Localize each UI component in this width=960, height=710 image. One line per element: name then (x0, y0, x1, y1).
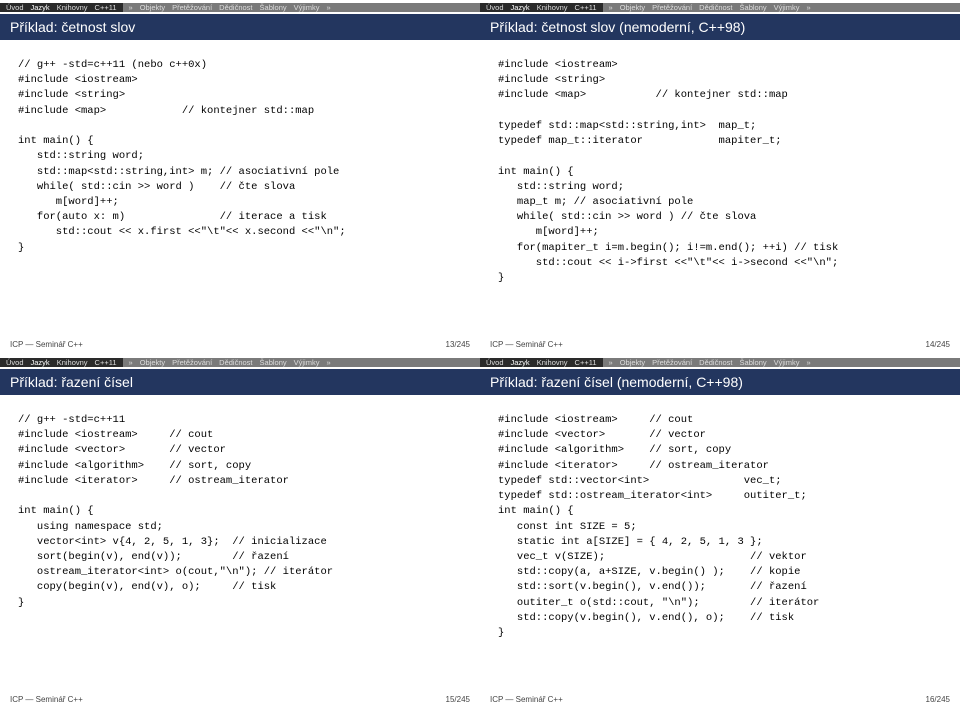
slide-footer: ICP — Seminář C++ 13/245 (0, 338, 480, 351)
nav-item[interactable]: C++11 (95, 358, 117, 367)
nav-item[interactable]: C++11 (95, 3, 117, 12)
nav-item[interactable]: Knihovny (537, 358, 568, 367)
slide-footer: ICP — Seminář C++ 14/245 (480, 338, 960, 351)
nav-arrow-icon: » (609, 3, 613, 12)
nav-item[interactable]: Objekty (620, 3, 645, 12)
nav-light-section: » Objekty Přetěžování Dědičnost Šablony … (123, 3, 480, 12)
nav-item[interactable]: Výjimky (774, 3, 800, 12)
slide-2: Úvod Jazyk Knihovny C++11 » Objekty Přet… (480, 0, 960, 355)
nav-item[interactable]: C++11 (575, 358, 597, 367)
footer-page: 15/245 (446, 695, 470, 704)
nav-bar: Úvod Jazyk Knihovny C++11 » Objekty Přet… (0, 355, 480, 369)
slide-4: Úvod Jazyk Knihovny C++11 » Objekty Přet… (480, 355, 960, 710)
nav-item-active[interactable]: Jazyk (31, 358, 50, 367)
nav-item[interactable]: Objekty (140, 3, 165, 12)
nav-item-active[interactable]: Jazyk (31, 3, 50, 12)
nav-item[interactable]: Přetěžování (652, 358, 692, 367)
slide-footer: ICP — Seminář C++ 15/245 (0, 693, 480, 706)
nav-item[interactable]: Objekty (620, 358, 645, 367)
nav-item[interactable]: Dědičnost (219, 358, 252, 367)
slide-title: Příklad: řazení čísel (nemoderní, C++98) (480, 369, 960, 395)
nav-item[interactable]: Šablony (740, 3, 767, 12)
nav-dark-section: Úvod Jazyk Knihovny C++11 (0, 358, 123, 367)
nav-item-active[interactable]: Jazyk (511, 358, 530, 367)
nav-item[interactable]: Knihovny (537, 3, 568, 12)
nav-item[interactable]: Úvod (486, 3, 504, 12)
nav-item[interactable]: Úvod (6, 3, 24, 12)
nav-bar: Úvod Jazyk Knihovny C++11 » Objekty Přet… (480, 355, 960, 369)
footer-left: ICP — Seminář C++ (490, 695, 563, 704)
nav-item[interactable]: Dědičnost (219, 3, 252, 12)
code-block: #include <iostream> // cout #include <ve… (480, 395, 960, 693)
nav-item[interactable]: Výjimky (294, 358, 320, 367)
nav-light-section: » Objekty Přetěžování Dědičnost Šablony … (603, 3, 960, 12)
code-block: #include <iostream> #include <string> #i… (480, 40, 960, 338)
code-block: // g++ -std=c++11 (nebo c++0x) #include … (0, 40, 480, 338)
nav-item[interactable]: Přetěžování (172, 3, 212, 12)
nav-item[interactable]: Přetěžování (652, 3, 692, 12)
nav-arrow-icon: » (129, 358, 133, 367)
footer-left: ICP — Seminář C++ (10, 340, 83, 349)
nav-item[interactable]: Knihovny (57, 358, 88, 367)
nav-item[interactable]: Dědičnost (699, 3, 732, 12)
nav-item[interactable]: Objekty (140, 358, 165, 367)
nav-item[interactable]: C++11 (575, 3, 597, 12)
nav-item[interactable]: Výjimky (774, 358, 800, 367)
footer-page: 14/245 (926, 340, 950, 349)
footer-page: 13/245 (446, 340, 470, 349)
nav-bar: Úvod Jazyk Knihovny C++11 » Objekty Přet… (0, 0, 480, 14)
nav-item[interactable]: Úvod (486, 358, 504, 367)
nav-dark-section: Úvod Jazyk Knihovny C++11 (480, 358, 603, 367)
nav-item[interactable]: Šablony (260, 358, 287, 367)
nav-arrow-icon: » (806, 358, 810, 367)
nav-dark-section: Úvod Jazyk Knihovny C++11 (0, 3, 123, 12)
nav-arrow-icon: » (326, 3, 330, 12)
nav-item[interactable]: Výjimky (294, 3, 320, 12)
slide-1: Úvod Jazyk Knihovny C++11 » Objekty Přet… (0, 0, 480, 355)
nav-arrow-icon: » (326, 358, 330, 367)
slide-title: Příklad: četnost slov (0, 14, 480, 40)
slide-title: Příklad: četnost slov (nemoderní, C++98) (480, 14, 960, 40)
nav-arrow-icon: » (609, 358, 613, 367)
nav-light-section: » Objekty Přetěžování Dědičnost Šablony … (123, 358, 480, 367)
nav-item[interactable]: Šablony (260, 3, 287, 12)
nav-item[interactable]: Dědičnost (699, 358, 732, 367)
nav-dark-section: Úvod Jazyk Knihovny C++11 (480, 3, 603, 12)
code-block: // g++ -std=c++11 #include <iostream> //… (0, 395, 480, 693)
nav-item[interactable]: Šablony (740, 358, 767, 367)
nav-arrow-icon: » (129, 3, 133, 12)
slide-footer: ICP — Seminář C++ 16/245 (480, 693, 960, 706)
footer-left: ICP — Seminář C++ (10, 695, 83, 704)
nav-bar: Úvod Jazyk Knihovny C++11 » Objekty Přet… (480, 0, 960, 14)
nav-item[interactable]: Úvod (6, 358, 24, 367)
nav-item[interactable]: Přetěžování (172, 358, 212, 367)
slide-title: Příklad: řazení čísel (0, 369, 480, 395)
nav-item-active[interactable]: Jazyk (511, 3, 530, 12)
slide-3: Úvod Jazyk Knihovny C++11 » Objekty Přet… (0, 355, 480, 710)
nav-light-section: » Objekty Přetěžování Dědičnost Šablony … (603, 358, 960, 367)
footer-page: 16/245 (926, 695, 950, 704)
footer-left: ICP — Seminář C++ (490, 340, 563, 349)
nav-arrow-icon: » (806, 3, 810, 12)
nav-item[interactable]: Knihovny (57, 3, 88, 12)
